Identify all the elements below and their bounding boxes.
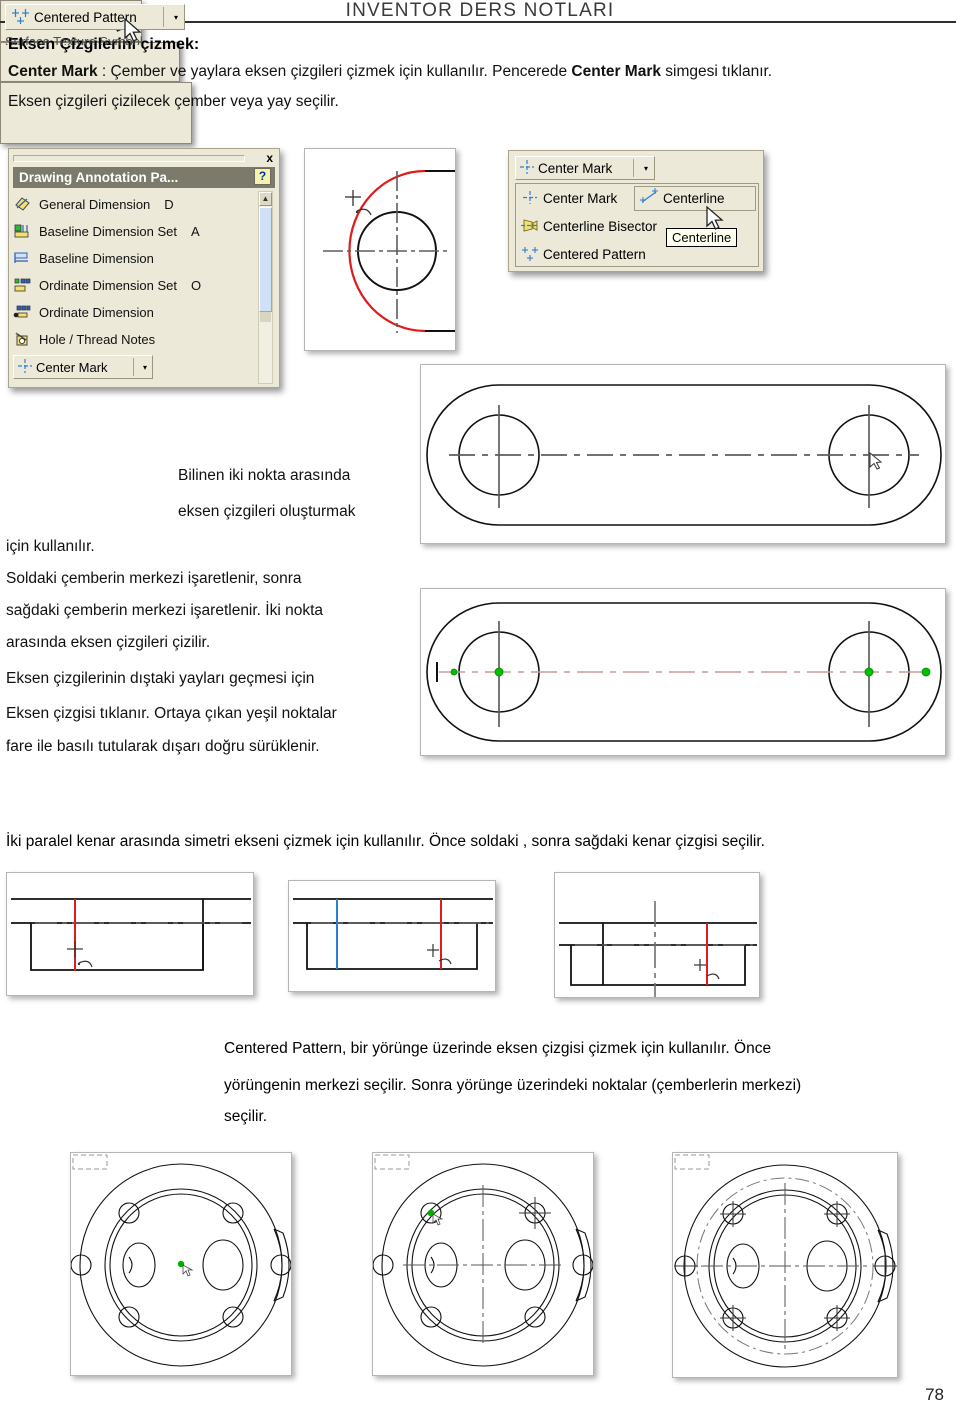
centered-pattern-button-inner[interactable]: Centered Pattern ▾ [5, 4, 185, 30]
annotation-item-shortcut: A [191, 224, 200, 239]
center-mark-icon [14, 358, 36, 377]
paragraph-pattern-1: Centered Pattern, bir yörünge üzerinde e… [224, 1040, 772, 1057]
baseline-dimension-icon [13, 250, 35, 268]
center-mark-icon [520, 190, 540, 206]
chevron-down-icon[interactable]: ▾ [174, 13, 178, 22]
scroll-up-icon[interactable]: ▲ [259, 192, 272, 206]
scrollbar-grip [260, 312, 271, 322]
cad-figure-centerline-green-handles [420, 588, 946, 756]
flyout-item-label: Centerline Bisector [543, 218, 658, 234]
panel-scrollbar[interactable]: ▲ [258, 191, 273, 384]
center-mark-text-1: : Çember ve yaylara eksen çizgileri çizm… [97, 63, 572, 80]
panel-center-mark-button[interactable]: Center Mark ▾ [13, 355, 153, 379]
help-icon[interactable]: ? [254, 168, 271, 185]
annotation-item-label: Ordinate Dimension [39, 305, 154, 320]
annotation-item-list: General Dimension D Baseline Dimension S… [13, 191, 259, 363]
cad-figure-flange-pattern-step-1 [70, 1152, 292, 1376]
center-mark-term-1: Center Mark [8, 63, 98, 80]
flyout-menu: Center Mark Centerline Bisector Centered… [515, 183, 759, 267]
flyout-item-label: Centered Pattern [543, 246, 646, 262]
panel-grip-row: x [13, 152, 275, 166]
flyout-highlighted-label: Centerline [663, 191, 725, 206]
button-separator [133, 358, 134, 376]
annotation-item-ordinate-dimension-set[interactable]: Ordinate Dimension Set O [13, 272, 259, 299]
paragraph-pattern-3: seçilir. [224, 1108, 268, 1125]
annotation-item-label: Baseline Dimension Set [39, 224, 178, 239]
cad-figure-bisector-step-2 [288, 880, 496, 992]
paragraph-eksen-3: fare ile basılı tutularak dışarı doğru s… [6, 738, 320, 755]
drawing-annotation-panel[interactable]: x Drawing Annotation Pa... ▼ ? General D… [8, 148, 280, 388]
page-number: 78 [925, 1385, 944, 1404]
annotation-item-baseline-dimension[interactable]: Baseline Dimension [13, 245, 259, 272]
button-separator [633, 159, 634, 177]
general-dimension-icon [13, 196, 35, 214]
cad-figure-bisector-step-3 [554, 872, 760, 998]
paragraph-icin-kullanilir: için kullanılır. [6, 538, 95, 555]
annotation-item-baseline-dimension-set[interactable]: Baseline Dimension Set A [13, 218, 259, 245]
cad-figure-bisector-step-1 [6, 872, 254, 996]
center-mark-flyout[interactable]: Center Mark ▾ Center Mark Centerline Bis… [508, 150, 764, 272]
paragraph-pattern-2: yörüngenin merkezi seçilir. Sonra yörüng… [224, 1077, 802, 1094]
center-mark-text-2: simgesi tıklanır. [661, 63, 773, 80]
centered-pattern-icon [520, 246, 540, 262]
annotation-item-label: Hole / Thread Notes [39, 332, 156, 347]
paragraph-bisector-description: İki paralel kenar arasında simetri eksen… [6, 833, 765, 850]
centered-pattern-icon [10, 8, 34, 27]
paragraph-soldaki-3: arasında eksen çizgileri çizilir. [6, 634, 211, 651]
paragraph-soldaki-2: sağdaki çemberin merkezi işaretlenir. İk… [6, 602, 324, 619]
annotation-item-hole-thread-notes[interactable]: Hole / Thread Notes [13, 326, 259, 353]
annotation-item-ordinate-dimension[interactable]: Ordinate Dimension [13, 299, 259, 326]
baseline-dimension-set-icon [13, 223, 35, 241]
panel-grip-bar[interactable] [13, 155, 245, 162]
flyout-center-mark-button[interactable]: Center Mark ▾ [515, 156, 655, 180]
annotation-item-shortcut: D [164, 197, 174, 212]
paragraph-eksen-2: Eksen çizgisi tıklanır. Ortaya çıkan yeş… [6, 705, 337, 722]
cad-figure-center-mark-circle-arc [304, 148, 456, 351]
flyout-center-mark-label: Center Mark [538, 160, 613, 176]
flyout-item-label: Center Mark [543, 190, 618, 206]
ordinate-dimension-set-icon [13, 277, 35, 295]
scrollbar-thumb[interactable] [259, 207, 272, 312]
center-mark-icon [516, 159, 538, 178]
centered-pattern-button[interactable]: Centered Pattern ▾ Surface Texture Symbo… [0, 4, 192, 144]
annotation-item-shortcut: O [191, 278, 202, 293]
annotation-item-label: Ordinate Dimension Set [39, 278, 178, 293]
flyout-item-centerline-highlighted[interactable]: Centerline [634, 186, 756, 211]
paragraph-bilinen-1: Bilinen iki nokta arasında [178, 467, 351, 484]
annotation-item-label: General Dimension [39, 197, 151, 212]
centerline-icon [639, 188, 663, 208]
centerline-bisector-icon [520, 218, 540, 234]
button-separator [163, 7, 164, 27]
hole-thread-notes-icon [13, 331, 35, 349]
annotation-item-label: Baseline Dimension [39, 251, 154, 266]
paragraph-select-circle: Eksen çizgileri çizilecek çember veya ya… [8, 93, 339, 110]
cad-figure-flange-pattern-step-2 [372, 1152, 594, 1376]
centered-pattern-button-label: Centered Pattern [34, 9, 137, 25]
chevron-down-icon[interactable]: ▾ [143, 363, 147, 372]
paragraph-bilinen-2: eksen çizgileri oluşturmak [178, 503, 356, 520]
chevron-down-icon[interactable]: ▾ [644, 164, 648, 173]
cad-figure-centerline-two-holes [420, 364, 946, 544]
paragraph-soldaki-1: Soldaki çemberin merkezi işaretlenir, so… [6, 570, 302, 587]
ordinate-dimension-icon [13, 304, 35, 322]
annotation-item-general-dimension[interactable]: General Dimension D [13, 191, 259, 218]
paragraph-eksen-1: Eksen çizgilerinin dıştaki yayları geçme… [6, 670, 315, 687]
close-icon[interactable]: x [266, 152, 273, 164]
center-mark-term-2: Center Mark [571, 63, 661, 80]
cad-figure-flange-pattern-step-3 [672, 1152, 898, 1378]
paragraph-center-mark: Center Mark : Çember ve yaylara eksen çi… [8, 64, 938, 80]
panel-titlebar: Drawing Annotation Pa... ▼ [13, 167, 275, 188]
panel-title: Drawing Annotation Pa... [19, 170, 179, 185]
panel-center-mark-label: Center Mark [36, 359, 108, 375]
